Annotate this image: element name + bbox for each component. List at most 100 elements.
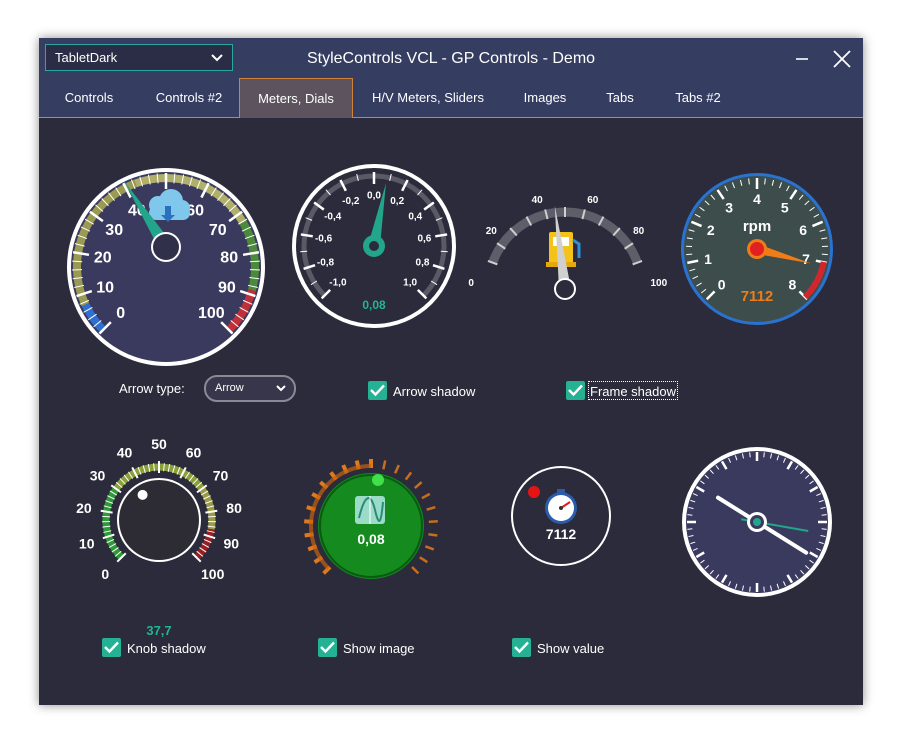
- close-icon[interactable]: [831, 48, 853, 70]
- rpm-minor-tick: [748, 178, 750, 185]
- knob-shadow-label: Knob shadow: [127, 641, 206, 656]
- speed-minor-tick: [249, 260, 260, 263]
- tab-hv-meters-sliders[interactable]: H/V Meters, Sliders: [353, 78, 503, 118]
- knob-tick-label: 0: [101, 566, 109, 582]
- balance-meter[interactable]: -1,0 -0,8 -0,6 -0,4-0,2 0,0 0,2 0,4 0,6 0,8 1,0 0…: [292, 164, 456, 328]
- check-icon: [568, 384, 583, 397]
- knob-major-tick: [100, 509, 113, 514]
- fuel-tick-label: 80: [633, 226, 645, 237]
- wave-dial-tick: [382, 460, 387, 470]
- frame-shadow-label: Frame shadow: [590, 384, 676, 399]
- speed-tick-label: 70: [209, 222, 227, 239]
- knob-value: 37,7: [146, 623, 171, 638]
- wave-dial-tick: [424, 545, 435, 551]
- clock-tick: [749, 586, 751, 592]
- meters-panel: 0102030405060708090100 -1,0-0,8-: [39, 118, 863, 705]
- knob-band: [199, 487, 216, 530]
- tab-meters-dials[interactable]: Meters, Dials: [239, 78, 353, 118]
- fuel-meter[interactable]: 0 20 40 60 80 100: [468, 195, 668, 300]
- speed-tick-label: 20: [94, 250, 112, 267]
- balance-tick-label: 0,0: [367, 191, 381, 202]
- balance-minor-tick: [300, 250, 308, 253]
- tab-tabs[interactable]: Tabs: [587, 78, 653, 118]
- clock-tick: [749, 452, 751, 458]
- tab-images[interactable]: Images: [503, 78, 587, 118]
- arrow-shadow-checkbox[interactable]: [368, 381, 387, 400]
- speed-meter[interactable]: 0102030405060708090100: [67, 168, 265, 366]
- speed-tick-label: 10: [96, 280, 114, 297]
- show-image-checkbox[interactable]: [318, 638, 337, 657]
- arrow-shadow-label: Arrow shadow: [393, 384, 476, 399]
- fuel-tick-label: 100: [650, 278, 667, 289]
- knob-indicator: [137, 489, 148, 500]
- knob-tick-label: 20: [76, 500, 92, 516]
- wave-dial-tick: [428, 519, 438, 524]
- analog-clock[interactable]: [682, 447, 832, 597]
- fuel-tick-label: 20: [486, 226, 498, 237]
- arrow-type-select[interactable]: Arrow: [204, 375, 296, 402]
- wave-dial-tick: [411, 566, 420, 575]
- wave-dial-tick: [419, 556, 429, 564]
- knob-minor-tick: [207, 515, 216, 518]
- minimize-icon[interactable]: [791, 48, 813, 70]
- frame-shadow-checkbox[interactable]: [566, 381, 585, 400]
- arrow-type-value: Arrow: [215, 382, 244, 394]
- balance-tick-label: 0,8: [416, 257, 430, 268]
- balance-minor-tick: [440, 250, 448, 253]
- fuel-tick-label: 60: [587, 195, 599, 206]
- tab-controls-2[interactable]: Controls #2: [139, 78, 239, 118]
- knob-tick-label: 50: [151, 436, 167, 452]
- clock-tick: [821, 514, 827, 516]
- knob-tick-label: 90: [224, 536, 240, 552]
- fuel-tick-label: 0: [468, 278, 474, 289]
- wave-dial-tick: [426, 505, 436, 511]
- balance-tick-label: 1,0: [403, 278, 417, 289]
- speedometer-dial[interactable]: 7112: [511, 466, 611, 566]
- wave-dial-value: 0,08: [357, 531, 384, 547]
- wave-dial[interactable]: 0,08: [304, 459, 438, 579]
- speed-tick-label: 30: [105, 222, 123, 239]
- knob-shadow-checkbox[interactable]: [102, 638, 121, 657]
- style-select[interactable]: TabletDark: [45, 44, 233, 71]
- knob-minor-tick: [102, 515, 111, 518]
- knob-major-tick: [205, 509, 218, 514]
- wave-dial-tick: [428, 533, 438, 537]
- rpm-tick-label: 2: [707, 222, 715, 238]
- balance-tick-label: -0,4: [324, 212, 342, 223]
- volume-knob[interactable]: 0 10 20 30 40 50 60 70 80 90 100 37,7: [76, 436, 242, 638]
- rpm-minor-tick: [764, 178, 766, 185]
- balance-tick-label: 0,2: [390, 196, 404, 207]
- fuel-tick-label: 40: [532, 195, 544, 206]
- app-window: TabletDark StyleControls VCL - GP Contro…: [39, 38, 863, 705]
- meters-canvas: 0102030405060708090100 -1,0-0,8-: [67, 164, 833, 638]
- rpm-meter[interactable]: 01 23 4 56 78 rpm 7112: [681, 173, 833, 325]
- knob-tick-label: 100: [201, 566, 225, 582]
- check-icon: [370, 384, 385, 397]
- clock-tick: [687, 528, 693, 530]
- balance-tick-label: -1,0: [329, 278, 347, 289]
- title-bar: TabletDark StyleControls VCL - GP Contro…: [39, 38, 863, 78]
- tab-bar: Controls Controls #2 Meters, Dials H/V M…: [39, 78, 863, 118]
- clock-tick: [821, 528, 827, 530]
- balance-tick-label: -0,8: [317, 257, 335, 268]
- knob-tick-label: 60: [186, 444, 202, 460]
- speed-tick-label: 90: [218, 280, 236, 297]
- show-image-label: Show image: [343, 641, 415, 656]
- tab-tabs-2[interactable]: Tabs #2: [653, 78, 743, 118]
- balance-tick-label: -0,2: [342, 196, 360, 207]
- knob-tick-label: 70: [213, 467, 229, 483]
- wave-dial-tick: [421, 492, 431, 500]
- check-icon: [320, 641, 335, 654]
- clock-tick: [763, 452, 765, 458]
- check-icon: [514, 641, 529, 654]
- speed-minor-tick: [72, 260, 83, 263]
- show-value-checkbox[interactable]: [512, 638, 531, 657]
- wave-chart-icon: [355, 496, 385, 524]
- clock-tick: [763, 586, 765, 592]
- wave-dial-tick: [393, 464, 400, 474]
- rpm-value: 7112: [741, 288, 774, 305]
- tab-controls[interactable]: Controls: [39, 78, 139, 118]
- knob-tick-label: 10: [79, 536, 95, 552]
- balance-value: 0,08: [362, 298, 386, 312]
- rpm-unit: rpm: [743, 218, 771, 235]
